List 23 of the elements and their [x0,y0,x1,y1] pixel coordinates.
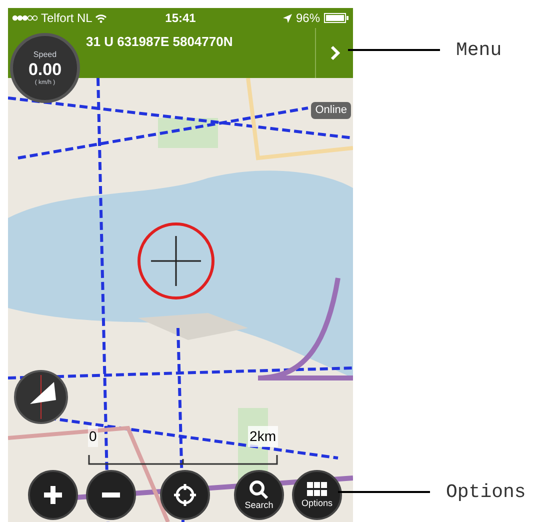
speed-label: Speed [33,48,57,60]
location-arrow-icon [282,14,292,22]
crosshair-target-icon [136,221,216,301]
chevron-right-icon [330,45,340,61]
scale-start: 0 [88,426,98,447]
carrier-name: Telfort NL [41,10,92,27]
coordinates: 31 U 631987E 5804770N [86,33,234,51]
callout-label: Menu [456,38,502,63]
search-icon [249,480,269,500]
signal-icon [12,15,38,21]
scale-end: 2km [248,426,278,447]
wifi-icon [95,14,108,22]
compass-icon [14,370,68,424]
battery-percent: 96% [296,10,320,27]
battery-icon [324,13,350,23]
speed-value: 0.00 [28,60,62,78]
callout-label: Options [446,480,526,505]
plus-icon [42,484,64,506]
clock: 15:41 [165,10,196,27]
online-badge: Online [311,102,351,118]
minus-icon [100,492,122,498]
grid-icon [307,482,327,498]
crosshair-icon [173,483,197,507]
